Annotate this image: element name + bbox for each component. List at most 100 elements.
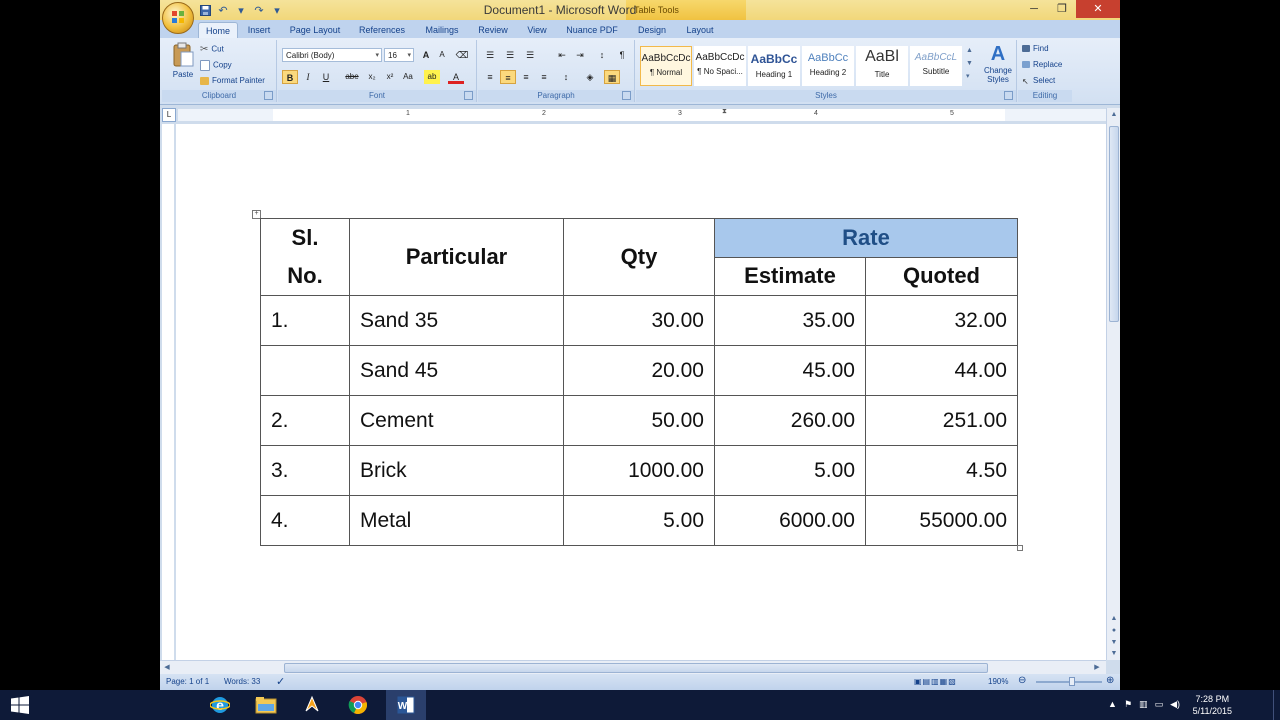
align-center-icon[interactable]: ≡ bbox=[500, 70, 516, 84]
subscript-button[interactable]: x₂ bbox=[364, 70, 380, 84]
decrease-indent-icon[interactable]: ⇤ bbox=[554, 48, 570, 62]
table-row[interactable]: Sand 45 20.00 45.00 44.00 bbox=[260, 345, 1018, 396]
cell-estimate[interactable]: 35.00 bbox=[714, 295, 866, 346]
underline-button[interactable]: U bbox=[318, 70, 334, 84]
zoom-out-icon[interactable]: ⊖ bbox=[1018, 675, 1026, 686]
style-title[interactable]: AaBl Title bbox=[856, 46, 908, 86]
tab-selector[interactable]: L bbox=[162, 108, 176, 122]
cell-sl[interactable]: 1. bbox=[260, 295, 350, 346]
customize-qat-icon[interactable]: ▾ bbox=[270, 3, 284, 17]
browse-object-icon[interactable]: ● bbox=[1109, 626, 1119, 636]
internet-explorer-icon[interactable]: e bbox=[200, 690, 240, 720]
text-highlight-button[interactable]: ab bbox=[424, 70, 440, 84]
show-marks-button[interactable]: ¶ bbox=[614, 48, 630, 62]
horizontal-scroll-thumb[interactable] bbox=[284, 663, 988, 673]
undo-icon[interactable]: ↶ bbox=[216, 3, 230, 17]
cell-sl[interactable]: 3. bbox=[260, 445, 350, 496]
grow-font-button[interactable]: A bbox=[418, 48, 434, 62]
style-heading-1[interactable]: AaBbCc Heading 1 bbox=[748, 46, 800, 86]
tab-layout[interactable]: Layout bbox=[680, 22, 720, 38]
replace-button[interactable]: Replace bbox=[1022, 60, 1062, 69]
bullets-icon[interactable]: ☰ bbox=[482, 48, 498, 62]
save-icon[interactable] bbox=[198, 3, 212, 17]
tab-nuance-pdf[interactable]: Nuance PDF bbox=[562, 22, 622, 38]
horizontal-scrollbar[interactable]: ◀ ▶ bbox=[160, 660, 1106, 675]
style-no-spacing[interactable]: AaBbCcDc ¶ No Spaci... bbox=[694, 46, 746, 86]
proofing-icon[interactable]: ✓ bbox=[276, 675, 285, 688]
flag-icon[interactable]: ⚑ bbox=[1124, 699, 1132, 710]
multilevel-list-icon[interactable]: ☰ bbox=[522, 48, 538, 62]
scroll-up-arrow-icon[interactable]: ▲ bbox=[1109, 110, 1119, 120]
cell-sl[interactable] bbox=[260, 345, 350, 396]
paragraph-dialog-launcher[interactable] bbox=[622, 91, 631, 100]
shading-icon[interactable]: ◈ bbox=[582, 70, 598, 84]
cell-sl[interactable]: 4. bbox=[260, 495, 350, 546]
table-row[interactable]: 3. Brick 1000.00 5.00 4.50 bbox=[260, 445, 1018, 496]
cell-quoted[interactable]: 32.00 bbox=[865, 295, 1018, 346]
cell-quoted[interactable]: 4.50 bbox=[865, 445, 1018, 496]
winamp-icon[interactable] bbox=[292, 690, 332, 720]
borders-icon[interactable]: ▦ bbox=[604, 70, 620, 84]
chrome-icon[interactable] bbox=[338, 690, 378, 720]
header-rate[interactable]: Rate bbox=[714, 218, 1018, 258]
styles-dialog-launcher[interactable] bbox=[1004, 91, 1013, 100]
scroll-left-arrow-icon[interactable]: ◀ bbox=[162, 663, 172, 673]
header-estimate[interactable]: Estimate bbox=[714, 256, 866, 296]
scroll-right-arrow-icon[interactable]: ▶ bbox=[1092, 663, 1102, 673]
tab-mailings[interactable]: Mailings bbox=[418, 22, 466, 38]
clipboard-dialog-launcher[interactable] bbox=[264, 91, 273, 100]
vertical-ruler[interactable] bbox=[162, 124, 174, 660]
scroll-down-arrow-icon[interactable]: ▼ bbox=[1109, 649, 1119, 659]
office-button[interactable] bbox=[162, 2, 194, 34]
cell-estimate[interactable]: 5.00 bbox=[714, 445, 866, 496]
redo-icon[interactable]: ↷ bbox=[252, 3, 266, 17]
zoom-level[interactable]: 190% bbox=[988, 677, 1008, 686]
cell-quoted[interactable]: 44.00 bbox=[865, 345, 1018, 396]
zoom-slider-knob[interactable] bbox=[1069, 677, 1075, 686]
justify-icon[interactable]: ≡ bbox=[536, 70, 552, 84]
styles-scroll[interactable]: ▲ ▼ ▾ bbox=[966, 44, 976, 84]
word-icon[interactable]: W bbox=[386, 690, 426, 720]
numbering-icon[interactable]: ☰ bbox=[502, 48, 518, 62]
find-button[interactable]: Find bbox=[1022, 44, 1049, 53]
horizontal-ruler[interactable]: 1 2 3 4 5 ⧗ bbox=[178, 108, 1108, 121]
cell-estimate[interactable]: 45.00 bbox=[714, 345, 866, 396]
minimize-button[interactable]: ─ bbox=[1020, 0, 1048, 18]
cell-estimate[interactable]: 260.00 bbox=[714, 395, 866, 446]
header-quoted[interactable]: Quoted bbox=[865, 256, 1018, 296]
cell-particular[interactable]: Brick bbox=[349, 445, 564, 496]
cell-qty[interactable]: 20.00 bbox=[563, 345, 715, 396]
cell-particular[interactable]: Metal bbox=[349, 495, 564, 546]
increase-indent-icon[interactable]: ⇥ bbox=[572, 48, 588, 62]
cell-sl[interactable]: 2. bbox=[260, 395, 350, 446]
bold-button[interactable]: B bbox=[282, 70, 298, 84]
document-page[interactable]: + Sl. No. Particular Qty Rate Estimate Q… bbox=[176, 124, 1106, 660]
cell-particular[interactable]: Cement bbox=[349, 395, 564, 446]
file-explorer-icon[interactable] bbox=[246, 690, 286, 720]
tab-home[interactable]: Home bbox=[198, 22, 238, 39]
cell-quoted[interactable]: 55000.00 bbox=[865, 495, 1018, 546]
superscript-button[interactable]: x² bbox=[382, 70, 398, 84]
show-hidden-icons-icon[interactable]: ▲ bbox=[1108, 699, 1117, 710]
page-count[interactable]: Page: 1 of 1 bbox=[166, 677, 209, 686]
table-row[interactable]: 1. Sand 35 30.00 35.00 32.00 bbox=[260, 295, 1018, 346]
close-button[interactable]: ✕ bbox=[1076, 0, 1120, 18]
align-right-icon[interactable]: ≡ bbox=[518, 70, 534, 84]
word-count[interactable]: Words: 33 bbox=[224, 677, 260, 686]
strikethrough-button[interactable]: abe bbox=[342, 70, 362, 84]
header-particular[interactable]: Particular bbox=[349, 218, 564, 296]
change-styles-button[interactable]: A Change Styles bbox=[980, 42, 1016, 84]
line-spacing-icon[interactable]: ↕ bbox=[558, 70, 574, 84]
network-icon[interactable]: ▥ bbox=[1139, 699, 1148, 710]
rate-table[interactable]: Sl. No. Particular Qty Rate Estimate Quo… bbox=[260, 218, 1018, 546]
show-desktop-button[interactable] bbox=[1273, 690, 1280, 720]
cell-particular[interactable]: Sand 35 bbox=[349, 295, 564, 346]
style-normal[interactable]: AaBbCcDc ¶ Normal bbox=[640, 46, 692, 86]
clear-formatting-icon[interactable]: ⌫ bbox=[454, 48, 470, 62]
table-row[interactable]: 2. Cement 50.00 260.00 251.00 bbox=[260, 395, 1018, 446]
volume-icon[interactable]: ◀) bbox=[1170, 699, 1180, 710]
cell-qty[interactable]: 50.00 bbox=[563, 395, 715, 446]
cell-qty[interactable]: 30.00 bbox=[563, 295, 715, 346]
cell-quoted[interactable]: 251.00 bbox=[865, 395, 1018, 446]
shrink-font-button[interactable]: A bbox=[434, 48, 450, 62]
